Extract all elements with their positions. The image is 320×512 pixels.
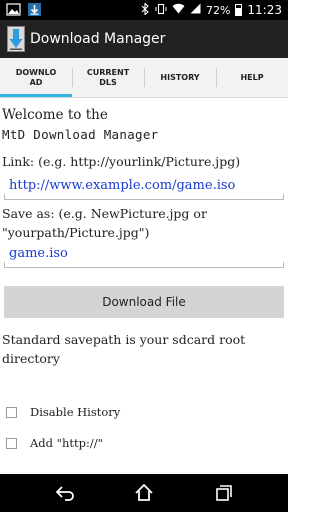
tab-label: HISTORY (160, 72, 200, 82)
bluetooth-icon (141, 1, 150, 18)
image-notification-icon (6, 2, 21, 17)
add-http-checkbox[interactable] (6, 437, 17, 449)
clock: 11:23 (247, 3, 282, 17)
tab-label: CURRENT DLS (86, 67, 130, 87)
link-label: Link: (e.g. http://yourlink/Picture.jpg) (2, 154, 241, 169)
add-http-row[interactable]: Add "http://" (6, 431, 103, 455)
download-notification-icon (27, 2, 42, 17)
navigation-bar (0, 474, 288, 512)
link-input[interactable]: http://www.example.com/game.iso (4, 174, 284, 200)
battery-icon (235, 4, 243, 16)
wifi-icon (172, 3, 185, 17)
disable-history-row[interactable]: Disable History (6, 400, 120, 424)
download-file-button[interactable]: Download File (4, 286, 284, 318)
recent-apps-icon[interactable] (214, 483, 234, 503)
tab-bar: DOWNLO AD CURRENT DLS HISTORY HELP (0, 58, 288, 98)
download-arrow-icon (7, 26, 25, 52)
tab-history[interactable]: HISTORY (144, 58, 216, 97)
home-icon[interactable] (134, 483, 154, 503)
tab-label: HELP (240, 72, 264, 82)
status-bar: 72% 11:23 (0, 0, 288, 20)
welcome-text: Welcome to the MtD Download Manager (2, 106, 282, 144)
disable-history-label: Disable History (30, 405, 121, 419)
savepath-note: Standard savepath is your sdcard root di… (2, 332, 246, 366)
disable-history-checkbox[interactable] (6, 406, 17, 418)
tab-help[interactable]: HELP (216, 58, 288, 97)
save-as-input[interactable]: game.iso (4, 242, 284, 268)
welcome-line-2: MtD Download Manager (2, 127, 159, 142)
app-title: Download Manager (30, 31, 166, 47)
tab-download[interactable]: DOWNLO AD (0, 58, 72, 97)
tab-current-dls[interactable]: CURRENT DLS (72, 58, 144, 97)
battery-percent: 72% (205, 3, 231, 17)
save-as-label: Save as: (e.g. NewPicture.jpg or "yourpa… (2, 206, 207, 240)
add-http-label: Add "http://" (30, 436, 103, 450)
vibrate-icon (155, 3, 167, 18)
signal-icon (190, 3, 201, 17)
tab-label: DOWNLO AD (15, 67, 57, 87)
welcome-line-1: Welcome to the (2, 107, 108, 123)
back-icon[interactable] (54, 483, 74, 503)
action-bar: Download Manager (0, 20, 288, 58)
